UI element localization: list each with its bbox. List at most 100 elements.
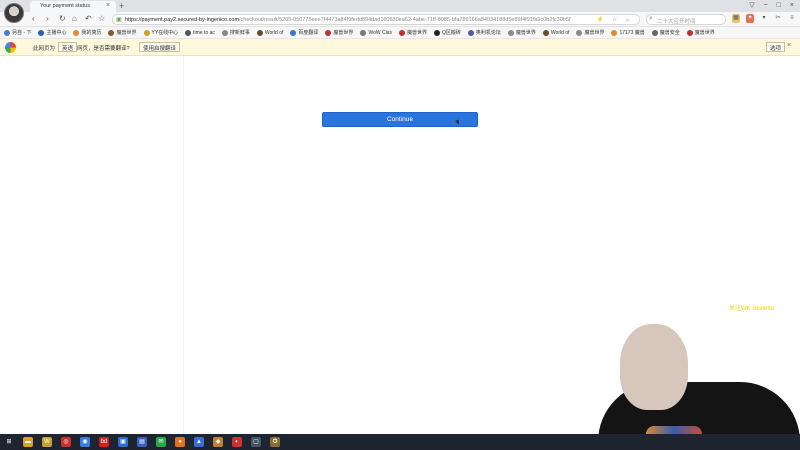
bookmark-item[interactable]: 魔兽世界 bbox=[108, 29, 137, 36]
bookmark-label: 百度翻译 bbox=[298, 30, 319, 36]
translate-language-select[interactable]: 英语 bbox=[58, 42, 78, 52]
address-bar-icons[interactable]: ⚡ ☆ ⌄ bbox=[597, 16, 633, 23]
avatar[interactable] bbox=[4, 3, 24, 23]
bookmark-item[interactable]: 魔兽世界 bbox=[398, 29, 427, 36]
forward-button[interactable]: › bbox=[46, 13, 49, 25]
bookmark-favicon-icon bbox=[576, 29, 583, 36]
bookmark-label: 魔兽安全 bbox=[659, 30, 680, 36]
bookmark-favicon-icon bbox=[256, 29, 263, 36]
tab-title: Your payment status bbox=[40, 3, 90, 9]
bookmark-star-icon[interactable]: ☆ bbox=[98, 13, 105, 25]
bookmark-item[interactable]: 百度翻译 bbox=[290, 29, 318, 36]
bookmark-item[interactable]: 魔兽安全 bbox=[651, 29, 680, 36]
undo-close-button[interactable]: ↶ bbox=[85, 13, 92, 25]
bookmark-label: time to ac bbox=[193, 29, 215, 36]
taskbar-app-blue-icon[interactable]: ▣ bbox=[118, 437, 128, 447]
reload-button[interactable]: ↻ bbox=[59, 13, 66, 25]
bookmark-item[interactable]: 17173 魔兽 bbox=[611, 29, 645, 36]
bookmark-label: 搜新鲜事 bbox=[229, 30, 250, 36]
search-input[interactable]: ⌕ 二十大召开时间 bbox=[646, 14, 726, 25]
taskbar-wechat-icon[interactable]: ✉ bbox=[156, 437, 166, 447]
bookmark-item[interactable]: 主播中心 bbox=[38, 29, 66, 36]
bookmark-favicon-icon bbox=[290, 29, 297, 36]
taskbar-app-media-icon[interactable]: ◐ bbox=[232, 437, 242, 447]
navigation-bar: ‹ › ↻ ⌂ ↶ ☆ ▣ https://payment.pay2.secur… bbox=[0, 12, 800, 27]
taskbar-app-doc-icon[interactable]: ▤ bbox=[137, 437, 147, 447]
bookmark-favicon-icon bbox=[398, 29, 405, 36]
extension-dropdown-icon[interactable]: ▾ bbox=[760, 14, 768, 23]
bookmark-item[interactable]: 魔兽世界 bbox=[325, 29, 353, 36]
bookmark-item[interactable]: YY在线中心 bbox=[143, 29, 179, 36]
taskbar-app-orange-icon[interactable]: ● bbox=[175, 437, 185, 447]
window-controls: ▽ − □ × bbox=[749, 1, 794, 11]
continue-button[interactable]: Continue bbox=[322, 112, 478, 127]
bookmark-label: 我的简历 bbox=[81, 30, 102, 36]
url-path: /checkout/result/5205-050775eee7f4473a84… bbox=[239, 17, 571, 23]
address-bar[interactable]: ▣ https://payment.pay2.secured-by-ingeni… bbox=[112, 14, 640, 25]
bookmark-item[interactable]: 我的简历 bbox=[73, 29, 101, 36]
shield-icon[interactable]: ▽ bbox=[749, 1, 754, 11]
back-button[interactable]: ‹ bbox=[32, 13, 35, 25]
bookmark-favicon-icon bbox=[143, 29, 150, 36]
bookmark-label: 魔兽世界 bbox=[116, 30, 137, 36]
bookmark-label: World of bbox=[550, 29, 570, 36]
extension-icons: ▦ ✦ ▾ ✂ ≡ bbox=[732, 14, 796, 23]
tab-payment-status[interactable]: Your payment status bbox=[30, 1, 116, 12]
home-button[interactable]: ⌂ bbox=[72, 13, 77, 25]
bookmark-item[interactable]: World of bbox=[542, 29, 570, 36]
bookmark-favicon-icon bbox=[73, 29, 80, 36]
taskbar-app-wow-icon[interactable]: ✪ bbox=[270, 437, 280, 447]
taskbar-chrome-icon[interactable]: ◉ bbox=[80, 437, 90, 447]
bookmark-label: 魔兽世界 bbox=[333, 30, 354, 36]
taskbar-app-tv-icon[interactable]: ▢ bbox=[251, 437, 261, 447]
bookmark-item[interactable]: 另自 - 下 bbox=[4, 29, 31, 36]
translate-button[interactable]: 使用启搜翻译 bbox=[139, 42, 181, 52]
bookmark-item[interactable]: 搜新鲜事 bbox=[221, 29, 250, 36]
bookmark-item[interactable]: 魔兽世界 bbox=[686, 29, 715, 36]
bookmark-item[interactable]: 奥利机论坛 bbox=[467, 29, 501, 36]
bookmark-favicon-icon bbox=[651, 29, 658, 36]
search-placeholder: 二十大召开时间 bbox=[657, 19, 696, 25]
bookmark-favicon-icon bbox=[686, 29, 693, 36]
bookmark-item[interactable]: 魔兽世界 bbox=[576, 29, 604, 36]
new-tab-button[interactable]: + bbox=[119, 0, 124, 12]
browser-logo-icon bbox=[5, 42, 16, 53]
bookmark-item[interactable]: 魔兽世界 bbox=[507, 29, 536, 36]
taskbar-app-game-icon[interactable]: ◆ bbox=[213, 437, 223, 447]
bookmark-label: WoW Clas bbox=[368, 29, 392, 36]
translate-bar: 此网页为 英语 网页，是否需要翻译? 使用启搜翻译 选项 × bbox=[0, 39, 800, 56]
bookmark-favicon-icon bbox=[542, 29, 549, 36]
maximize-button[interactable]: □ bbox=[777, 1, 781, 11]
bookmark-favicon-icon bbox=[38, 29, 45, 36]
translate-close-icon[interactable]: × bbox=[787, 42, 791, 49]
bookmarks-bar: 另自 - 下 主播中心 我的简历 魔兽世界 YY在线中心 time to ac 搜新鲜事 Wo… bbox=[0, 27, 800, 39]
taskbar-start-icon[interactable]: ⊞ bbox=[4, 437, 14, 447]
menu-icon[interactable]: ≡ bbox=[788, 14, 796, 23]
translate-options-button[interactable]: 选项 bbox=[766, 42, 786, 52]
bookmark-item[interactable]: WoW Clas bbox=[360, 29, 392, 36]
content-divider bbox=[183, 56, 184, 436]
taskbar-app-bd-icon[interactable]: bd bbox=[99, 437, 109, 447]
scissors-icon[interactable]: ✂ bbox=[774, 14, 782, 23]
minimize-button[interactable]: − bbox=[764, 1, 768, 11]
bookmark-favicon-icon bbox=[467, 29, 474, 36]
taskbar-app-w-icon[interactable]: W bbox=[42, 437, 52, 447]
taskbar-app-bird-icon[interactable]: ▲ bbox=[194, 437, 204, 447]
extension-fox-icon[interactable]: ✦ bbox=[746, 14, 754, 23]
taskbar-app-red-icon[interactable]: ◎ bbox=[61, 437, 71, 447]
screen: Your payment status × + ▽ − □ × ‹ › ↻ ⌂ … bbox=[0, 0, 800, 450]
bookmark-favicon-icon bbox=[221, 29, 228, 36]
bookmark-label: YY在线中心 bbox=[151, 30, 179, 36]
close-window-button[interactable]: × bbox=[790, 1, 794, 11]
bookmark-label: 17173 魔兽 bbox=[619, 30, 645, 36]
bookmark-item[interactable]: time to ac bbox=[185, 29, 215, 36]
search-icon: ⌕ bbox=[649, 15, 653, 22]
extension-grid-icon[interactable]: ▦ bbox=[732, 14, 740, 23]
bookmark-label: 魔兽世界 bbox=[406, 30, 427, 36]
taskbar-explorer-icon[interactable]: ▬ bbox=[23, 437, 33, 447]
bookmark-label: 魔兽世界 bbox=[694, 30, 715, 36]
tab-close-icon[interactable]: × bbox=[106, 1, 110, 11]
bookmark-item[interactable]: Q区搬砖 bbox=[433, 29, 461, 36]
bookmark-item[interactable]: World of bbox=[256, 29, 283, 36]
bookmark-favicon-icon bbox=[507, 29, 514, 36]
